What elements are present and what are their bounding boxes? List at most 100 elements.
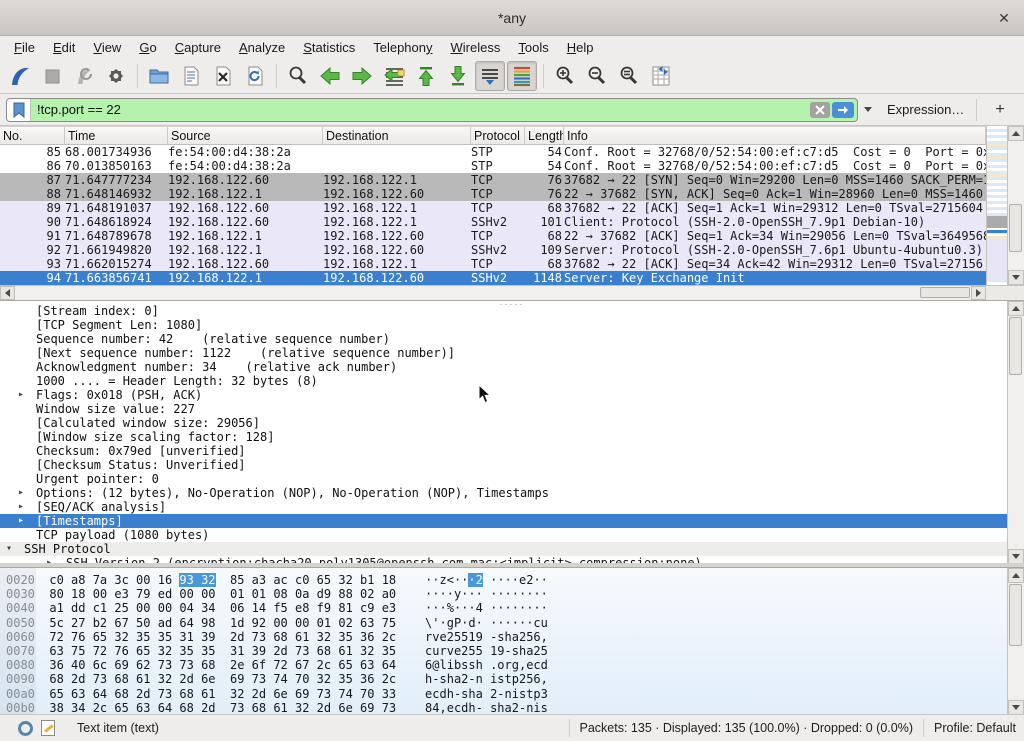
scrollbar-thumb[interactable] [920, 287, 970, 298]
hex-row-00b0[interactable]: 00b0 38 34 2c 65 63 64 68 2d 73 68 61 32… [0, 701, 1024, 714]
menu-edit[interactable]: Edit [45, 38, 83, 57]
reload-file-icon[interactable] [240, 61, 270, 91]
detail-line[interactable]: [Calculated window size: 29056] [0, 416, 1007, 430]
column-header-info[interactable]: Info [564, 127, 986, 144]
menu-view[interactable]: View [85, 38, 129, 57]
hex-row-0070[interactable]: 0070 63 75 72 76 65 32 35 35 31 39 2d 73… [0, 644, 1024, 658]
zoom-out-icon[interactable] [582, 61, 612, 91]
detail-line[interactable]: ▾SSH Protocol [0, 542, 1007, 556]
filter-history-dropdown-icon[interactable] [861, 107, 875, 112]
packet-row-88[interactable]: 8871.648146932192.168.122.1192.168.122.6… [0, 187, 986, 201]
scroll-up-icon[interactable] [1008, 301, 1024, 316]
packet-row-86[interactable]: 8670.013850163fe:54:00:d4:38:2aSTP54Conf… [0, 159, 986, 173]
restart-capture-icon[interactable] [69, 61, 99, 91]
hex-row-0050[interactable]: 0050 5c 27 b2 67 50 ad 64 98 1d 92 00 00… [0, 616, 1024, 630]
menu-tools[interactable]: Tools [510, 38, 556, 57]
scroll-down-icon[interactable] [1008, 549, 1024, 563]
auto-scroll-toggle-icon[interactable] [475, 61, 505, 91]
expander-closed-icon[interactable]: ▸ [18, 500, 24, 514]
resize-columns-icon[interactable] [646, 61, 676, 91]
zoom-in-icon[interactable] [550, 61, 580, 91]
zoom-reset-icon[interactable] [614, 61, 644, 91]
column-header-protocol[interactable]: Protocol [471, 127, 525, 144]
detail-line[interactable]: ▸Options: (12 bytes), No-Operation (NOP)… [0, 486, 1007, 500]
bytes-vertical-scrollbar[interactable] [1007, 568, 1024, 714]
filter-bookmark-icon[interactable] [7, 99, 31, 121]
column-header-length[interactable]: Length [525, 127, 564, 144]
filter-clear-icon[interactable] [810, 102, 830, 118]
stop-capture-icon[interactable] [37, 61, 67, 91]
detail-line[interactable]: TCP payload (1080 bytes) [0, 528, 1007, 542]
filter-value[interactable]: !tcp.port == 22 [31, 99, 810, 121]
hex-row-0090[interactable]: 0090 68 2d 73 68 61 32 2d 6e 69 73 74 70… [0, 672, 1024, 686]
go-to-packet-icon[interactable] [379, 61, 409, 91]
scroll-down-icon[interactable] [1008, 700, 1024, 714]
scrollbar-thumb[interactable] [1009, 204, 1022, 252]
expander-closed-icon[interactable]: ▸ [18, 388, 24, 402]
column-header-no[interactable]: No. [0, 127, 65, 144]
open-file-icon[interactable] [144, 61, 174, 91]
packet-row-85[interactable]: 8568.001734936fe:54:00:d4:38:2aSTP54Conf… [0, 145, 986, 159]
menu-file[interactable]: File [6, 38, 43, 57]
column-header-source[interactable]: Source [168, 127, 323, 144]
packet-row-90[interactable]: 9071.648618924192.168.122.60192.168.122.… [0, 215, 986, 229]
start-capture-icon[interactable] [5, 61, 35, 91]
column-header-destination[interactable]: Destination [323, 127, 471, 144]
packet-row-94[interactable]: 9471.663856741192.168.122.1192.168.122.6… [0, 271, 986, 285]
packet-row-91[interactable]: 9171.648789678192.168.122.1192.168.122.6… [0, 229, 986, 243]
menu-analyze[interactable]: Analyze [231, 38, 293, 57]
expander-closed-icon[interactable]: ▸ [46, 556, 52, 563]
menu-statistics[interactable]: Statistics [295, 38, 363, 57]
expert-info-icon[interactable] [18, 721, 33, 736]
expander-closed-icon[interactable]: ▸ [18, 514, 24, 528]
scroll-right-icon[interactable] [971, 286, 986, 300]
close-icon[interactable]: ✕ [994, 8, 1014, 28]
detail-line[interactable]: Acknowledgment number: 34 (relative ack … [0, 360, 1007, 374]
find-packet-icon[interactable] [283, 61, 313, 91]
go-forward-icon[interactable] [347, 61, 377, 91]
detail-line[interactable]: [TCP Segment Len: 1080] [0, 318, 1007, 332]
packet-row-89[interactable]: 8971.648191037192.168.122.60192.168.122.… [0, 201, 986, 215]
packet-list-horizontal-scrollbar[interactable] [0, 285, 986, 300]
expander-open-icon[interactable]: ▾ [6, 542, 12, 556]
detail-line[interactable]: ▸SSH Version 2 (encryption:chacha20-poly… [0, 556, 1007, 563]
expression-button[interactable]: Expression… [887, 102, 964, 117]
detail-line[interactable]: [Stream index: 0] [0, 304, 1007, 318]
hex-row-0060[interactable]: 0060 72 76 65 32 35 35 31 39 2d 73 68 61… [0, 630, 1024, 644]
detail-line[interactable]: [Window size scaling factor: 128] [0, 430, 1007, 444]
packet-row-93[interactable]: 9371.662015274192.168.122.60192.168.122.… [0, 257, 986, 271]
hex-row-00a0[interactable]: 00a0 65 63 64 68 2d 73 68 61 32 2d 6e 69… [0, 687, 1024, 701]
scrollbar-thumb[interactable] [1009, 317, 1022, 375]
hex-row-0030[interactable]: 0030 80 18 00 e3 79 ed 00 00 01 01 08 0a… [0, 587, 1024, 601]
display-filter-input[interactable]: !tcp.port == 22 [6, 98, 858, 122]
colorize-toggle-icon[interactable] [507, 61, 537, 91]
packet-row-87[interactable]: 8771.647777234192.168.122.60192.168.122.… [0, 173, 986, 187]
menu-go[interactable]: Go [131, 38, 164, 57]
scroll-up-icon[interactable] [1008, 568, 1024, 583]
go-back-icon[interactable] [315, 61, 345, 91]
go-first-icon[interactable] [411, 61, 441, 91]
capture-comment-icon[interactable] [41, 720, 55, 736]
hex-row-0080[interactable]: 0080 36 40 6c 69 62 73 73 68 2e 6f 72 67… [0, 658, 1024, 672]
detail-line[interactable]: Window size value: 227 [0, 402, 1007, 416]
intelligent-scrollbar-minimap[interactable] [986, 126, 1007, 285]
capture-options-icon[interactable] [101, 61, 131, 91]
detail-line[interactable]: Sequence number: 42 (relative sequence n… [0, 332, 1007, 346]
menu-capture[interactable]: Capture [167, 38, 229, 57]
packet-row-92[interactable]: 9271.661949820192.168.122.1192.168.122.6… [0, 243, 986, 257]
expander-closed-icon[interactable]: ▸ [18, 486, 24, 500]
detail-line[interactable]: Checksum: 0x79ed [unverified] [0, 444, 1007, 458]
profile-status[interactable]: Profile: Default [934, 721, 1016, 735]
packet-details-pane[interactable]: ····· [Stream index: 0][TCP Segment Len:… [0, 300, 1024, 563]
detail-line[interactable]: [Checksum Status: Unverified] [0, 458, 1007, 472]
detail-line[interactable]: 1000 .... = Header Length: 32 bytes (8) [0, 374, 1007, 388]
go-last-icon[interactable] [443, 61, 473, 91]
scroll-down-icon[interactable] [1008, 270, 1024, 285]
packet-list-vertical-scrollbar[interactable] [1007, 126, 1024, 285]
hex-row-0040[interactable]: 0040 a1 dd c1 25 00 00 04 34 06 14 f5 e8… [0, 601, 1024, 615]
detail-line[interactable]: Urgent pointer: 0 [0, 472, 1007, 486]
close-file-icon[interactable] [208, 61, 238, 91]
packet-list-header[interactable]: No.TimeSourceDestinationProtocolLengthIn… [0, 126, 986, 145]
column-header-time[interactable]: Time [65, 127, 168, 144]
details-vertical-scrollbar[interactable] [1007, 301, 1024, 563]
